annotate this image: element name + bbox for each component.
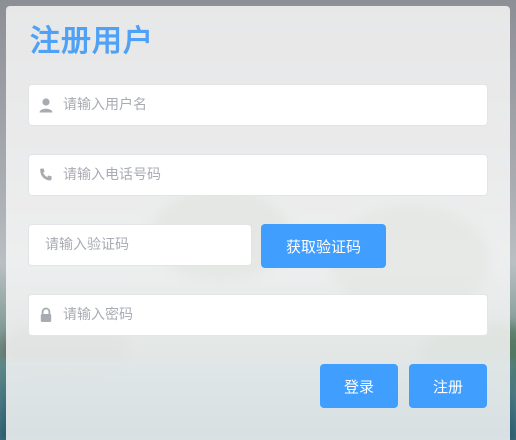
- password-field-container: [28, 294, 488, 336]
- get-code-button[interactable]: 获取验证码: [261, 224, 386, 268]
- lock-icon: [40, 307, 52, 322]
- page-title: 注册用户: [30, 24, 154, 59]
- verification-code-input[interactable]: [45, 225, 241, 265]
- code-field-container: [28, 224, 252, 266]
- phone-field-container: [28, 154, 488, 196]
- page-background: 注册用户 获取验证码 登录 注册: [0, 0, 516, 440]
- username-input[interactable]: [63, 85, 473, 125]
- register-button[interactable]: 注册: [409, 364, 487, 408]
- register-panel: 注册用户 获取验证码 登录 注册: [6, 6, 510, 440]
- password-input[interactable]: [63, 295, 473, 335]
- username-field-container: [28, 84, 488, 126]
- phone-input[interactable]: [63, 155, 473, 195]
- user-icon: [39, 98, 53, 113]
- phone-icon: [40, 168, 52, 181]
- login-button[interactable]: 登录: [320, 364, 398, 408]
